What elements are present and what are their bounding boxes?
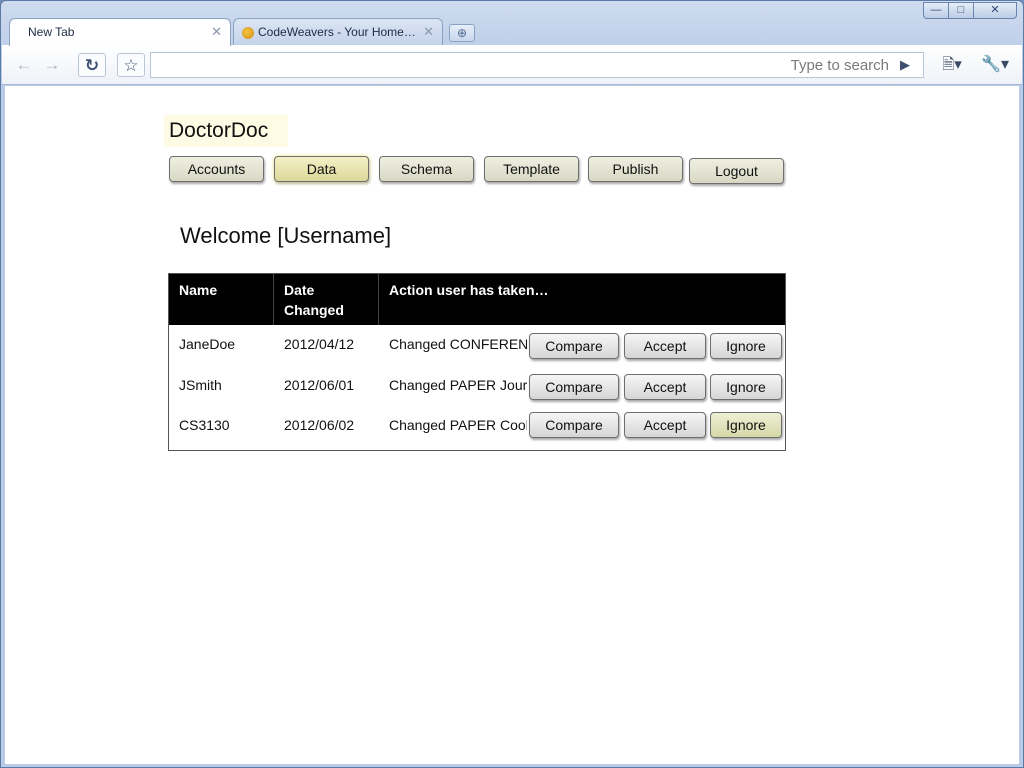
minimize-icon[interactable]: — [923, 2, 949, 19]
compare-button[interactable]: Compare [529, 333, 619, 359]
maximize-icon[interactable]: □ [948, 2, 974, 19]
cell-action: Changed PAPER Cook [389, 417, 527, 433]
nav-accounts-button[interactable]: Accounts [169, 156, 264, 182]
page-menu-icon[interactable]: 🗎▾ [935, 53, 969, 77]
column-header-name: Name [169, 274, 274, 325]
column-header-action: Action user has taken… [389, 282, 549, 298]
ignore-button[interactable]: Ignore [710, 412, 782, 438]
compare-button[interactable]: Compare [529, 374, 619, 400]
accept-button[interactable]: Accept [624, 333, 706, 359]
tab-label: New Tab [28, 25, 75, 39]
cell-action: Changed PAPER Journal [389, 377, 527, 393]
codeweavers-favicon-icon [242, 27, 254, 39]
close-window-icon[interactable]: ✕ [973, 2, 1017, 19]
go-arrow-icon[interactable]: ▶ [900, 57, 910, 73]
nav-logout-button[interactable]: Logout [689, 158, 784, 184]
brand-logo: DoctorDoc [164, 115, 288, 147]
welcome-heading: Welcome [Username] [180, 223, 392, 248]
tab-label: CodeWeavers - Your Home… [258, 25, 416, 39]
forward-arrow-icon[interactable]: → [40, 53, 64, 77]
table-row: JaneDoe 2012/04/12 Changed CONFERENCE Co… [169, 328, 785, 368]
nav-data-button[interactable]: Data [274, 156, 369, 182]
cell-name: JaneDoe [179, 336, 236, 352]
table-header: Name Date Changed Action user has taken… [169, 274, 785, 325]
page-content: DoctorDoc Accounts Data Schema Template … [5, 86, 1019, 764]
back-arrow-icon[interactable]: ← [12, 53, 36, 77]
new-tab-plus-icon[interactable]: ⊕ [449, 24, 475, 42]
cell-date: 2012/06/01 [284, 377, 355, 393]
close-icon[interactable]: ✕ [211, 24, 222, 40]
accept-button[interactable]: Accept [624, 374, 706, 400]
column-header-date-changed: Date Changed [274, 274, 379, 325]
compare-button[interactable]: Compare [529, 412, 619, 438]
tab-codeweavers[interactable]: CodeWeavers - Your Home… ✕ [233, 18, 443, 46]
reload-icon[interactable]: ↻ [78, 53, 106, 77]
star-icon[interactable]: ☆ [117, 53, 145, 77]
cell-date: 2012/04/12 [284, 336, 355, 352]
nav-schema-button[interactable]: Schema [379, 156, 474, 182]
cell-name: JSmith [179, 377, 222, 393]
omnibox-input[interactable] [150, 52, 924, 78]
ignore-button[interactable]: Ignore [710, 333, 782, 359]
wrench-menu-icon[interactable]: 🔧▾ [976, 53, 1014, 77]
browser-window: — □ ✕ New Tab ✕ CodeWeavers - Your Home…… [0, 0, 1024, 768]
window-controls: — □ ✕ [923, 2, 1017, 19]
close-icon[interactable]: ✕ [423, 24, 434, 40]
table-row: CS3130 2012/06/02 Changed PAPER Cook Com… [169, 409, 785, 449]
table-row: JSmith 2012/06/01 Changed PAPER Journal … [169, 369, 785, 409]
tab-new-tab[interactable]: New Tab ✕ [9, 18, 231, 46]
cell-name: CS3130 [179, 417, 230, 433]
cell-date: 2012/06/02 [284, 417, 355, 433]
browser-toolbar: ← → ↻ ☆ ▶ 🗎▾ 🔧▾ [2, 45, 1022, 85]
changes-table: Name Date Changed Action user has taken…… [168, 273, 786, 451]
accept-button[interactable]: Accept [624, 412, 706, 438]
nav-publish-button[interactable]: Publish [588, 156, 683, 182]
nav-template-button[interactable]: Template [484, 156, 579, 182]
ignore-button[interactable]: Ignore [710, 374, 782, 400]
cell-action: Changed CONFERENCE [389, 336, 527, 352]
